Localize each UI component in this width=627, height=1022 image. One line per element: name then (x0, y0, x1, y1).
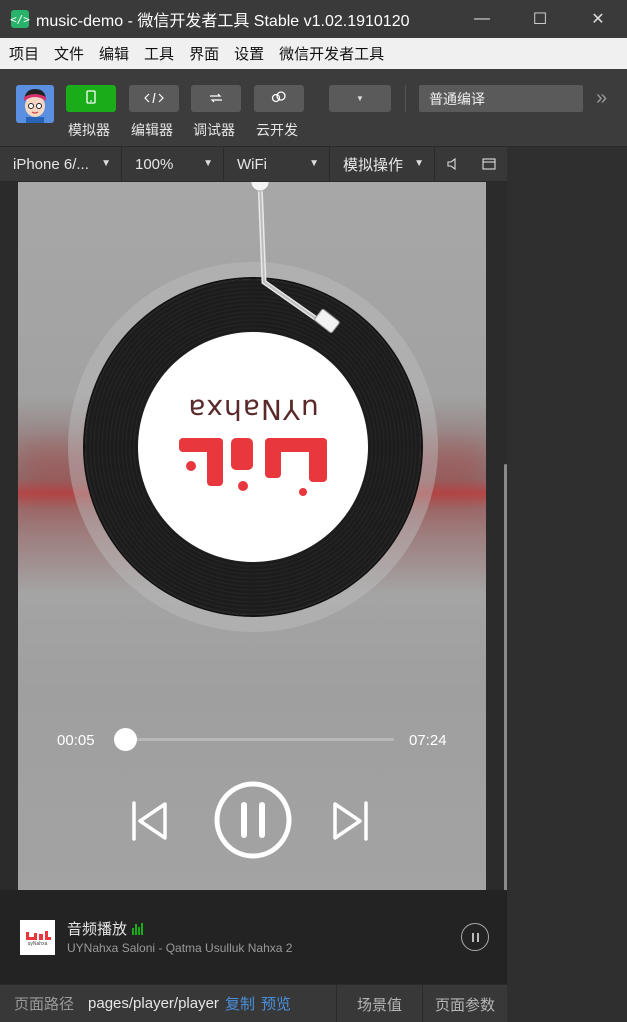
disc-label-text: uYNahxa (187, 393, 319, 427)
mini-subtitle: UYNahxa Saloni - Qatma Usulluk Nahxa 2 (67, 941, 293, 955)
equalizer-icon (132, 922, 144, 935)
network-select[interactable]: WiFi ▼ (224, 146, 330, 182)
page-params-button[interactable]: 页面参数 (422, 985, 507, 1022)
detach-window-icon[interactable] (471, 147, 507, 182)
zoom-select-value: 100% (135, 155, 174, 173)
menu-project[interactable]: 项目 (9, 43, 39, 64)
simulator-area: uYNahxa 00:05 07:24 (0, 182, 507, 1022)
window-title: music-demo - 微信开发者工具 Stable v1.02.191012… (36, 13, 410, 30)
simulator-label: 模拟器 (68, 122, 110, 138)
skip-back-icon (132, 801, 167, 841)
device-select[interactable]: iPhone 6/... ▼ (0, 146, 122, 182)
more-chevron-icon[interactable]: » (596, 87, 607, 110)
album-logo-art (179, 438, 327, 497)
menu-settings[interactable]: 设置 (234, 43, 264, 64)
editor-label: 编辑器 (131, 122, 173, 138)
phone-icon (86, 90, 96, 107)
skip-forward-icon (333, 801, 368, 841)
menu-file[interactable]: 文件 (54, 43, 84, 64)
page-path-value: pages/player/player (88, 995, 219, 1012)
copy-link[interactable]: 复制 (225, 993, 255, 1014)
mini-pause-button[interactable] (461, 923, 489, 951)
toolbar: 模拟器 编辑器 调试器 云开发 ▼ 普通编译 » (0, 69, 627, 147)
chevron-down-icon: ▼ (203, 157, 213, 169)
compile-mode-select[interactable]: 普通编译 (419, 85, 583, 112)
network-select-value: WiFi (237, 155, 267, 173)
menu-wechat-devtools[interactable]: 微信开发者工具 (279, 43, 384, 64)
tonearm (250, 182, 340, 333)
total-time: 07:24 (409, 732, 447, 749)
maximize-button[interactable]: ☐ (511, 0, 569, 38)
editor-panel (507, 147, 627, 1022)
zoom-select[interactable]: 100% ▼ (122, 146, 224, 182)
cloud-dev-label: 云开发 (256, 122, 298, 138)
debug-icon (209, 92, 223, 106)
cloud-icon (271, 91, 287, 106)
toolbar-divider (405, 85, 406, 112)
pause-bar-icon (476, 932, 479, 942)
current-time: 00:05 (57, 732, 95, 749)
progress-slider[interactable] (114, 728, 394, 751)
menu-interface[interactable]: 界面 (189, 43, 219, 64)
title-bar: </> music-demo - 微信开发者工具 Stable v1.02.19… (0, 0, 627, 38)
code-icon (144, 92, 164, 106)
previous-track-button[interactable] (130, 800, 170, 847)
scene-value-button[interactable]: 场景值 (336, 985, 422, 1022)
preview-link[interactable]: 预览 (261, 993, 291, 1014)
mini-title: 音频播放 (67, 921, 128, 938)
simulate-action-select[interactable]: 模拟操作 ▼ (330, 146, 435, 182)
menu-tools[interactable]: 工具 (144, 43, 174, 64)
close-button[interactable]: ✕ (569, 0, 627, 38)
background-audio-bar: uyNahxa 音频播放 UYNahxa Saloni - Qatma Usul… (0, 890, 507, 984)
page-path-label: 页面路径 (14, 996, 75, 1013)
debugger-label: 调试器 (193, 122, 235, 138)
debugger-button[interactable] (191, 85, 241, 112)
player-page: uYNahxa 00:05 07:24 (18, 182, 486, 890)
mini-cover: uyNahxa (20, 920, 55, 955)
menu-bar: 项目 文件 编辑 工具 界面 设置 微信开发者工具 (0, 38, 627, 69)
window-controls: — ☐ ✕ (453, 0, 627, 38)
device-select-value: iPhone 6/... (13, 155, 89, 173)
play-pause-button[interactable] (213, 780, 293, 865)
editor-button[interactable] (129, 85, 179, 112)
chevron-down-icon: ▼ (414, 157, 424, 169)
user-avatar[interactable] (16, 85, 54, 123)
chevron-down-icon: ▼ (309, 157, 319, 169)
menu-edit[interactable]: 编辑 (99, 43, 129, 64)
pause-icon (214, 781, 292, 859)
cloud-dev-button[interactable] (254, 85, 304, 112)
app-code-icon: </> (10, 10, 30, 28)
mode-dropdown-button[interactable]: ▼ (329, 85, 391, 112)
progress-knob[interactable] (114, 728, 138, 751)
simulator-config-bar: iPhone 6/... ▼ 100% ▼ WiFi ▼ 模拟操作 ▼ (0, 146, 507, 182)
mini-cover-logo (25, 930, 51, 940)
caret-down-icon: ▼ (356, 94, 364, 103)
next-track-button[interactable] (330, 800, 370, 847)
speaker-icon[interactable] (435, 147, 471, 182)
status-bar: 页面路径 pages/player/player 复制 预览 场景值 页面参数 (0, 984, 507, 1022)
simulator-button[interactable] (66, 85, 116, 112)
mini-cover-text: uyNahxa (27, 940, 48, 947)
chevron-down-icon: ▼ (101, 157, 111, 169)
simulate-action-value: 模拟操作 (343, 156, 404, 174)
mini-title-row: 音频播放 (67, 918, 144, 939)
minimize-button[interactable]: — (453, 0, 511, 38)
pause-bar-icon (471, 932, 474, 942)
